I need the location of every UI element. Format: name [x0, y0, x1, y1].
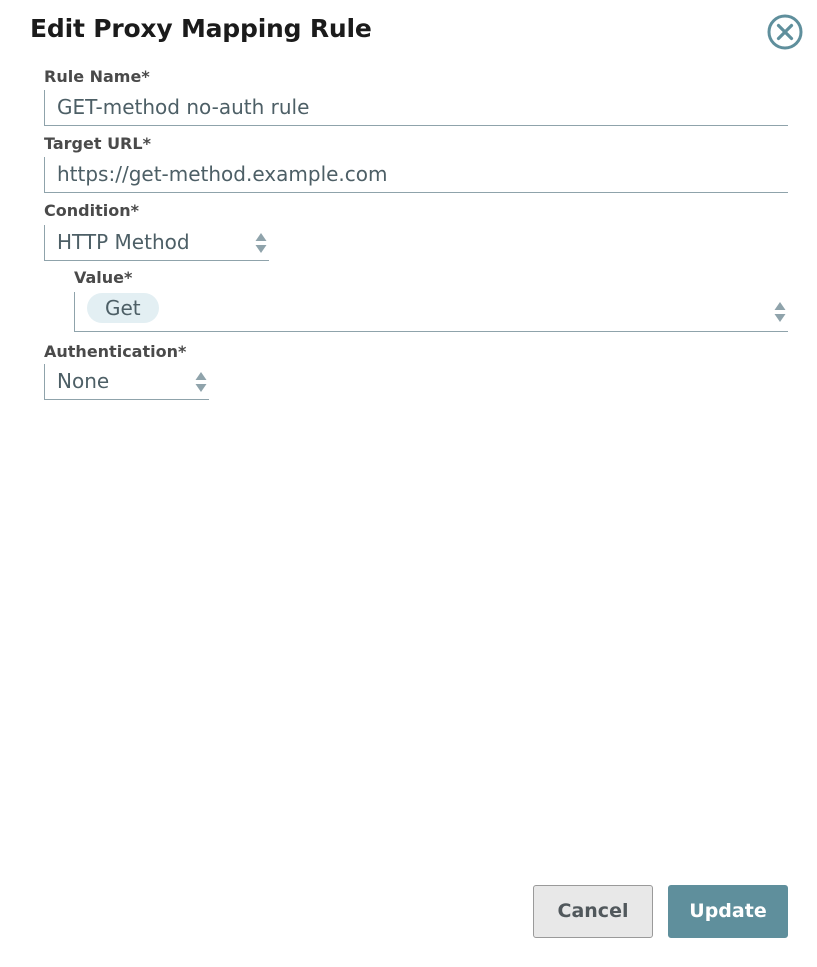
update-button[interactable]: Update [668, 885, 788, 938]
target-url-label: Target URL* [44, 134, 151, 153]
rule-name-input[interactable]: GET-method no-auth rule [44, 90, 788, 126]
cancel-button[interactable]: Cancel [533, 885, 653, 938]
value-multiselect[interactable]: Get [74, 292, 788, 332]
edit-proxy-mapping-dialog: Edit Proxy Mapping Rule Rule Name* GET-m… [0, 0, 817, 967]
select-arrows-icon [195, 372, 207, 392]
select-arrows-icon [774, 302, 786, 322]
condition-selected-value: HTTP Method [57, 230, 190, 254]
close-button[interactable] [767, 14, 803, 50]
authentication-selected-value: None [57, 369, 110, 393]
value-tag-get[interactable]: Get [87, 293, 159, 323]
target-url-input[interactable]: https://get-method.example.com [44, 157, 788, 193]
value-label: Value* [74, 268, 133, 287]
select-arrows-icon [255, 233, 267, 253]
dialog-title: Edit Proxy Mapping Rule [30, 14, 372, 43]
condition-select[interactable]: HTTP Method [44, 225, 269, 261]
authentication-label: Authentication* [44, 342, 187, 361]
authentication-select[interactable]: None [44, 364, 209, 400]
close-circle-icon [767, 14, 803, 50]
condition-label: Condition* [44, 201, 139, 220]
rule-name-label: Rule Name* [44, 67, 150, 86]
